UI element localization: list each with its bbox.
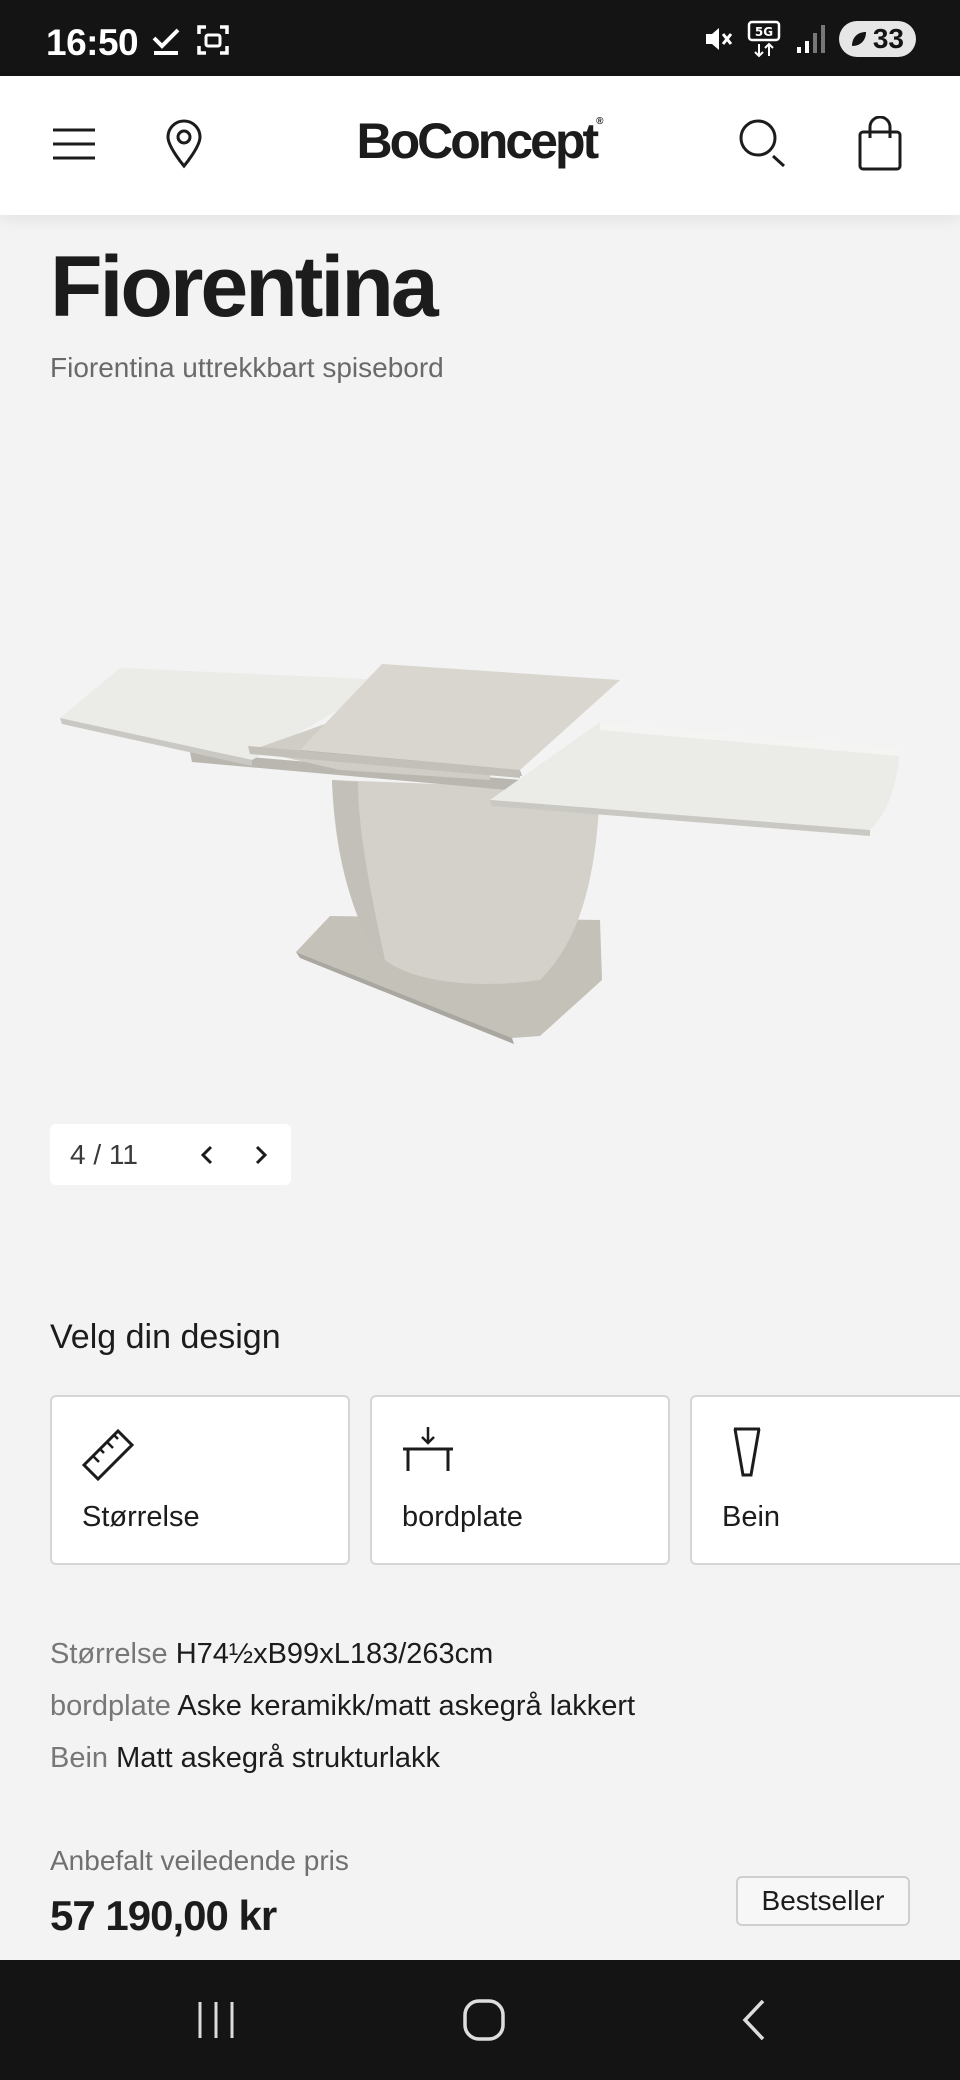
spec-value: Aske keramikk/matt askegrå lakkert: [177, 1690, 636, 1722]
chevron-right-icon: [255, 1145, 268, 1164]
design-card-legs[interactable]: Bein: [690, 1395, 960, 1565]
shopping-bag-icon[interactable]: [850, 114, 910, 174]
battery-level: 33: [872, 23, 904, 54]
gallery-pager: 4 / 11: [50, 1124, 291, 1185]
pager-current: 4: [70, 1138, 86, 1170]
spec-value: H74½xB99xL183/263cm: [175, 1638, 494, 1670]
recent-apps-icon[interactable]: [186, 1990, 246, 2050]
product-subtitle: Fiorentina uttrekkbart spisebord: [50, 352, 444, 383]
boconcept-logo[interactable]: BoConcept®: [0, 112, 960, 170]
spec-key: bordplate: [50, 1690, 171, 1722]
design-card-label: Størrelse: [82, 1501, 200, 1533]
pager-total: 11: [108, 1138, 138, 1170]
spec-row-size: Størrelse H74½xB99xL183/263cm: [50, 1628, 635, 1680]
product-title: Fiorentina: [50, 239, 439, 335]
pager-count: 4 / 11: [70, 1139, 180, 1171]
status-right-icons: 5G 33: [703, 20, 916, 58]
next-image-button[interactable]: [234, 1128, 288, 1182]
mute-icon: [705, 28, 733, 50]
spec-value: Matt askegrå strukturlakk: [116, 1742, 441, 1774]
product-price: 57 190,00 kr: [50, 1892, 277, 1939]
previous-image-button[interactable]: [180, 1128, 234, 1182]
logo-text: BoConcept: [356, 113, 599, 169]
leg-icon: [733, 1427, 761, 1477]
bestseller-badge: Bestseller: [736, 1876, 910, 1926]
design-card-label: bordplate: [402, 1501, 523, 1533]
site-header: BoConcept®: [0, 76, 960, 215]
leaf-icon: [851, 32, 866, 46]
signal-icon: [796, 25, 825, 53]
design-card-size[interactable]: Størrelse: [50, 1395, 350, 1565]
battery-icon: 33: [838, 21, 916, 57]
spec-key: Størrelse: [50, 1638, 168, 1670]
screenshot-icon: [197, 25, 229, 55]
home-icon[interactable]: [454, 1990, 514, 2050]
spec-row-legs: Bein Matt askegrå strukturlakk: [50, 1732, 635, 1784]
price-label: Anbefalt veiledende pris: [50, 1845, 349, 1876]
back-icon[interactable]: [724, 1990, 784, 2050]
chevron-left-icon: [200, 1145, 213, 1164]
design-card-label: Bein: [722, 1501, 781, 1533]
status-left-icons: [150, 24, 230, 56]
tabletop-icon: [403, 1427, 453, 1471]
table-illustration: [60, 664, 900, 1044]
search-icon[interactable]: [734, 114, 794, 174]
ruler-icon: [81, 1428, 135, 1481]
spec-key: Bein: [50, 1742, 109, 1774]
network-5g-icon: 5G: [747, 20, 781, 58]
status-time: 16:50: [46, 22, 139, 63]
logo-mark: ®: [596, 116, 604, 127]
svg-text:5G: 5G: [755, 25, 773, 39]
status-bar: 16:50 5G 33: [0, 0, 960, 76]
spec-row-tabletop: bordplate Aske keramikk/matt askegrå lak…: [50, 1680, 635, 1732]
design-card-tabletop[interactable]: bordplate: [370, 1395, 670, 1565]
check-icon: [152, 28, 180, 55]
pager-separator: /: [93, 1138, 102, 1170]
system-nav-bar: [0, 1960, 960, 2080]
design-section-title: Velg din design: [50, 1318, 281, 1356]
product-specs: Størrelse H74½xB99xL183/263cm bordplate …: [50, 1628, 635, 1784]
product-image[interactable]: [40, 640, 920, 1060]
